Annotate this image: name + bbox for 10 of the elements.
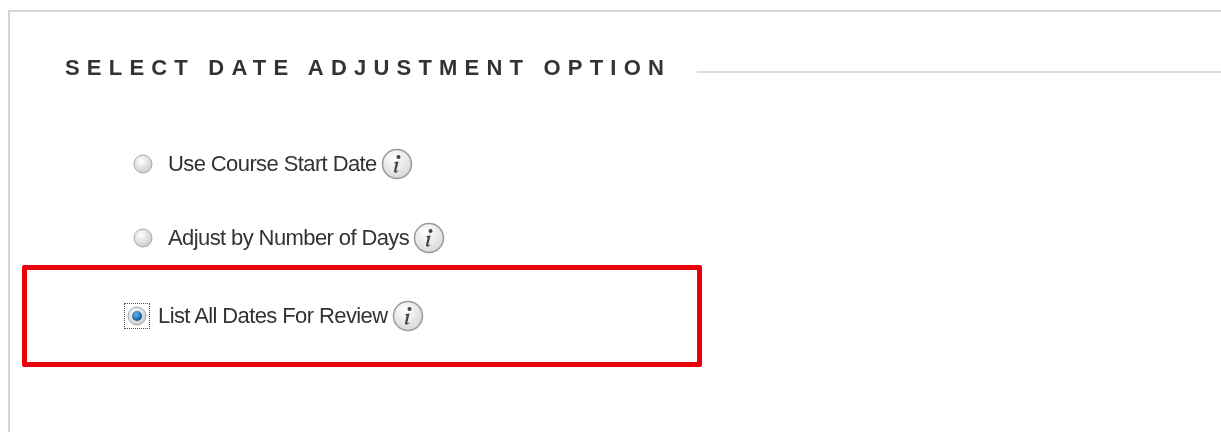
info-icon[interactable] bbox=[413, 222, 446, 254]
section-title: SELECT DATE ADJUSTMENT OPTION bbox=[65, 55, 672, 81]
option-label[interactable]: Adjust by Number of Days bbox=[168, 225, 410, 251]
option-label[interactable]: List All Dates For Review bbox=[158, 303, 388, 329]
info-icon[interactable] bbox=[380, 148, 413, 180]
info-icon[interactable] bbox=[391, 300, 424, 332]
radio-button[interactable] bbox=[130, 225, 156, 251]
radio-button[interactable] bbox=[130, 151, 156, 177]
option-label[interactable]: Use Course Start Date bbox=[168, 151, 377, 177]
radio-button[interactable] bbox=[124, 303, 150, 329]
